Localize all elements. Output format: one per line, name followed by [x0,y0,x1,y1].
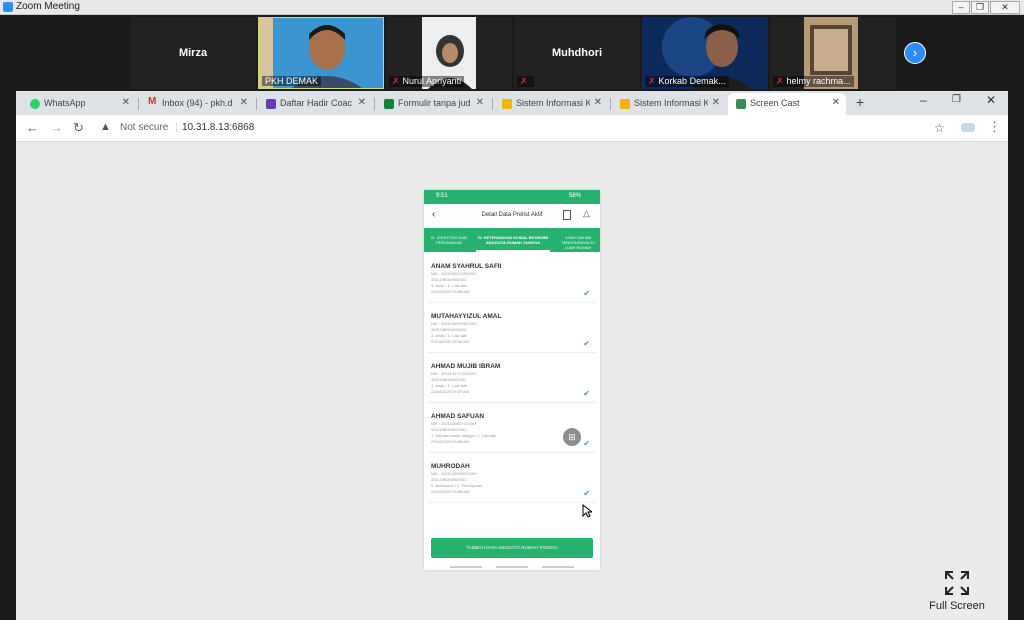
gmail-icon: M [148,96,157,107]
site-icon [502,99,512,109]
window-title: Zoom Meeting [16,1,80,12]
tab-daftar-hadir[interactable]: Daftar Hadir Coac ✕ [258,93,372,115]
participant-tile[interactable]: Muhdhori ✗ [514,17,640,89]
close-tab-icon[interactable]: ✕ [358,97,366,108]
android-nav-bar [496,566,528,568]
mouse-cursor-icon [582,504,592,518]
tab-bar: WhatsApp ✕ M Inbox (94) - pkh.d ✕ Daftar… [16,91,1008,115]
add-member-button[interactable]: TAMBAH DATA ANGGOTA RUMAH TANGGA [431,538,593,558]
close-icon[interactable]: ✕ [990,1,1020,14]
floating-menu-button[interactable]: ⊞ [563,428,581,446]
page-content: 9:51 58% ‹ Detail Data Prelist Aktif △ I… [16,142,1008,620]
zoom-logo-icon [3,2,13,12]
chevron-right-icon: › [912,45,918,60]
screen-cast-icon [736,99,746,109]
forward-icon[interactable]: → [50,120,63,135]
full-screen-label: Full Screen [929,600,985,612]
list-item[interactable]: MUTAHAYYIZUL AMAL NIK : 3321160030300003… [428,304,596,353]
site-icon [620,99,630,109]
document-icon[interactable] [563,210,571,220]
tab-keterangan-sosial[interactable]: IV. KETERANGAN SOSIAL EKONOMI ANGGOTA RU… [472,235,554,245]
forms-icon [266,99,276,109]
check-icon: ✔ [583,389,590,398]
participant-tile[interactable]: ✗ Korkab Demak... [642,17,768,89]
phone-screen-cast: 9:51 58% ‹ Detail Data Prelist Aktif △ I… [424,190,600,570]
participant-gallery: Mirza PKH DEMAK ✗ Nurul Apriyanti Muhdhor… [0,15,1024,91]
muted-mic-icon: ✗ [648,76,656,86]
maximize-icon[interactable]: ❐ [971,1,989,14]
participant-label: ✗ Nurul Apriyanti [389,76,465,87]
tab-anak-dalam-tanggungan[interactable]: ANAK DALAM TANGGUNGAN DI LUAR RUMAH [556,235,600,250]
expand-arrows-icon [945,571,969,595]
url-text: 10.31.8.13:6868 [182,122,255,133]
close-tab-icon[interactable]: ✕ [712,97,720,108]
list-item[interactable]: AHMAD MUJIB IBRAM NIK : 3321161712000001… [428,354,596,403]
list-item[interactable]: ANAM SYAHRUL SAFII NIK : 332116001225000… [428,254,596,303]
tab-identitas[interactable]: III. IDENTITAS DAN PERUMAHAN [426,235,472,245]
full-screen-button[interactable]: Full Screen [922,570,992,616]
participant-label: ✗ helmy rachma... [773,76,854,87]
close-tab-icon[interactable]: ✕ [476,97,484,108]
close-tab-icon[interactable]: ✕ [594,97,602,108]
participant-name: Muhdhori [551,47,603,59]
reload-icon[interactable]: ↻ [73,120,84,136]
omnibox[interactable]: ▲ Not secure | 10.31.8.13:6868 [96,118,976,138]
tab-gmail[interactable]: M Inbox (94) - pkh.d ✕ [140,93,254,115]
check-icon: ✔ [583,489,590,498]
close-window-icon[interactable]: ✕ [986,93,996,107]
participant-tile[interactable]: ✗ Nurul Apriyanti [386,17,512,89]
participant-tile[interactable]: Mirza [130,17,256,89]
muted-mic-icon: ✗ [776,76,784,86]
participant-label: ✗ [517,76,534,87]
participant-label: PKH DEMAK [262,76,322,86]
close-tab-icon[interactable]: ✕ [240,97,248,108]
app-title: Detail Data Prelist Aktif [481,212,543,218]
shared-browser-window: WhatsApp ✕ M Inbox (94) - pkh.d ✕ Daftar… [16,91,1008,620]
minimize-icon[interactable]: – [920,93,927,107]
tab-sistem-informasi-2[interactable]: Sistem Informasi K ✕ [612,93,726,115]
list-item[interactable]: MUHRODAH NIK : 3321120035020004 33211980… [428,454,596,503]
whatsapp-icon [30,99,40,109]
participant-label: ✗ Korkab Demak... [645,76,729,87]
back-icon[interactable]: ← [26,120,39,135]
tab-screen-cast[interactable]: Screen Cast ✕ [728,93,846,115]
grid-icon: ⊞ [568,432,576,442]
android-nav-bar [542,566,574,568]
app-tabs: III. IDENTITAS DAN PERUMAHAN IV. KETERAN… [424,228,600,252]
android-nav-bar [450,566,482,568]
minimize-icon[interactable]: – [952,1,970,14]
muted-mic-icon: ✗ [392,76,400,86]
check-icon: ✔ [583,439,590,448]
phone-status-bar: 9:51 58% [424,190,600,204]
menu-icon[interactable]: ⋮ [988,119,1001,135]
sheets-icon [384,99,394,109]
new-tab-button[interactable]: + [856,94,864,110]
restore-icon[interactable]: ❐ [952,94,961,105]
check-icon: ✔ [583,339,590,348]
next-page-button[interactable]: › [904,42,926,64]
app-bar: ‹ Detail Data Prelist Aktif △ [424,204,600,228]
muted-mic-icon: ✗ [520,76,528,86]
bookmark-star-icon[interactable]: ☆ [934,121,945,135]
extension-icon[interactable] [961,123,975,132]
check-icon: ✔ [583,289,590,298]
warning-icon: ▲ [100,121,111,133]
participant-tile-active-speaker[interactable]: PKH DEMAK [258,17,384,89]
participant-name: Mirza [178,47,208,59]
warning-triangle-icon[interactable]: △ [583,208,590,219]
address-toolbar: ← → ↻ ▲ Not secure | 10.31.8.13:6868 ☆ ⋮ [16,115,1008,142]
close-tab-icon[interactable]: ✕ [832,97,840,108]
not-secure-label: Not secure [120,122,169,133]
tab-whatsapp[interactable]: WhatsApp ✕ [22,93,136,115]
tab-sistem-informasi-1[interactable]: Sistem Informasi K ✕ [494,93,608,115]
participant-tile[interactable]: ✗ helmy rachma... [770,17,896,89]
tab-formulir[interactable]: Formulir tanpa jud ✕ [376,93,490,115]
close-tab-icon[interactable]: ✕ [122,97,130,108]
zoom-title-bar: Zoom Meeting – ❐ ✕ [0,0,1024,15]
